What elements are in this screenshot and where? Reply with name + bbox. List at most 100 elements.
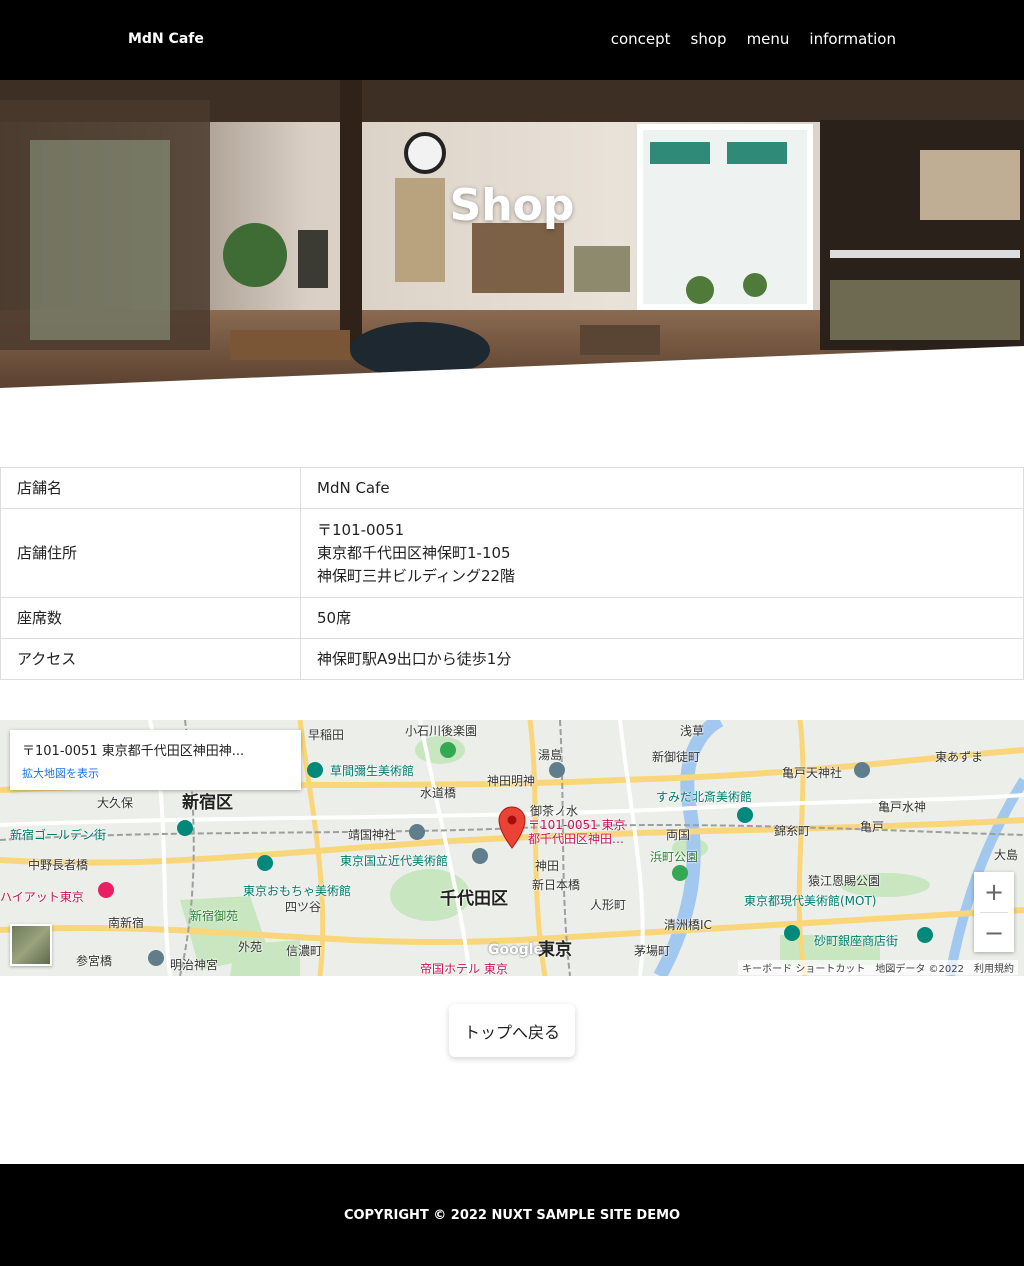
map-label-kameido-station: 亀戸 <box>860 820 885 834</box>
map-label-sangubashi: 参宮橋 <box>76 954 113 968</box>
poi-marker[interactable] <box>148 950 164 966</box>
site-footer: COPYRIGHT © 2022 NUXT SAMPLE SITE DEMO <box>0 1164 1024 1266</box>
map-label-minami-shinjuku: 南新宿 <box>108 916 145 930</box>
poi-marker[interactable] <box>672 865 688 881</box>
map-label-kameido-suijin: 亀戸水神 <box>878 800 927 814</box>
map-info-card: 〒101-0051 東京都千代田区神田神... 拡大地図を表示 <box>10 730 301 790</box>
row-label-access: アクセス <box>0 638 301 680</box>
table-row: アクセス 神保町駅A9出口から徒歩1分 <box>0 638 1024 680</box>
access-value: 神保町駅A9出口から徒歩1分 <box>317 649 512 668</box>
nav-menu[interactable]: menu <box>747 30 790 48</box>
copyright-text: COPYRIGHT © 2022 NUXT SAMPLE SITE DEMO <box>343 1208 681 1223</box>
map-data-credit: 地図データ ©2022 <box>875 964 964 975</box>
map-label-kiyosumi: 清洲橋IC <box>664 918 712 932</box>
map-label-waseda: 早稲田 <box>308 728 345 742</box>
row-label-seats: 座席数 <box>0 597 301 639</box>
zoom-out-button[interactable]: − <box>974 913 1014 953</box>
keyboard-shortcuts-link[interactable]: キーボード ショートカット <box>742 960 865 975</box>
shop-name-value: MdN Cafe <box>317 478 390 497</box>
address-line-2: 神保町三井ビルディング22階 <box>317 566 516 585</box>
map-label-yotsuya: 四ツ谷 <box>285 900 322 914</box>
map-label-omocha: 東京おもちゃ美術館 <box>243 884 352 898</box>
map-card-title: 〒101-0051 東京都千代田区神田神... <box>22 744 245 759</box>
map-attribution: キーボード ショートカット 地図データ ©2022 利用規約 <box>738 960 1018 975</box>
map-label-hyatt: ハイアット東京 <box>0 890 84 904</box>
map-label-higashi-azuma: 東あずま <box>935 750 984 764</box>
map-label-hamacho: 浜町公園 <box>650 850 699 864</box>
map-label-shinanomachi: 信濃町 <box>286 944 323 958</box>
poi-marker[interactable] <box>737 807 753 823</box>
table-row: 店舗住所 〒101-0051 東京都千代田区神保町1-105 神保町三井ビルディ… <box>0 508 1024 598</box>
view-larger-map-link[interactable]: 拡大地図を表示 <box>22 765 289 781</box>
postal-code: 〒101-0051 <box>317 520 405 539</box>
nav-shop[interactable]: shop <box>691 30 727 48</box>
hero-banner: Shop <box>0 80 1024 388</box>
poi-marker[interactable] <box>784 925 800 941</box>
row-label-address: 店舗住所 <box>0 508 301 598</box>
map-label-kinshicho: 錦糸町 <box>774 824 811 838</box>
poi-marker[interactable] <box>440 742 456 758</box>
map-label-sarue: 猿江恩賜公園 <box>808 874 881 888</box>
poi-marker[interactable] <box>257 855 273 871</box>
poi-marker[interactable] <box>307 762 323 778</box>
map-label-gaien: 外苑 <box>238 940 263 954</box>
map-label-shinjuku-ku: 新宿区 <box>182 793 233 813</box>
map-label-imperial-hotel: 帝国ホテル 東京 <box>420 962 508 976</box>
map-label-gyoen: 新宿御苑 <box>190 909 239 923</box>
row-value-access: 神保町駅A9出口から徒歩1分 <box>300 638 1024 680</box>
map-label-kanda: 神田 <box>535 859 560 873</box>
map-label-shin-nihonbashi: 新日本橋 <box>532 878 581 892</box>
map-label-sunamachi: 砂町銀座商店街 <box>814 934 899 948</box>
site-logo[interactable]: MdN Cafe <box>128 31 204 47</box>
map-label-ningyocho: 人形町 <box>590 898 627 912</box>
map-label-yasukuni: 靖国神社 <box>348 828 397 842</box>
map-label-sumida: すみだ北斎美術館 <box>656 790 753 804</box>
marker-label-line-2: 都千代田区神田… <box>528 832 625 846</box>
table-row: 座席数 50席 <box>0 597 1024 639</box>
main-nav: concept shop menu information <box>611 30 896 48</box>
table-row: 店舗名 MdN Cafe <box>0 467 1024 509</box>
back-to-top-button[interactable]: トップへ戻る <box>449 1004 575 1057</box>
map-label-koishikawa: 小石川後楽園 <box>405 724 478 738</box>
seats-value: 50席 <box>317 608 352 627</box>
poi-marker[interactable] <box>549 762 565 778</box>
poi-marker[interactable] <box>854 762 870 778</box>
map-label-tokyo: 東京 <box>538 940 572 960</box>
poi-marker[interactable] <box>177 820 193 836</box>
google-map[interactable]: 小石川後楽園 早稲田 浅草 草間彌生美術館 湯島 新御徒町 神田明神 亀戸天神社… <box>0 720 1024 976</box>
map-label-oshima: 大島 <box>994 848 1019 862</box>
location-pin-dot <box>507 815 517 825</box>
hero-diagonal-edge <box>0 346 1024 388</box>
map-zoom-controls: + − <box>974 872 1014 952</box>
map-label-kayabacho: 茅場町 <box>634 944 671 958</box>
map-label-kindai: 東京国立近代美術館 <box>340 854 449 868</box>
map-label-mot: 東京都現代美術館(MOT) <box>744 894 877 908</box>
map-label-okachimachi: 新御徒町 <box>652 750 701 764</box>
map-label-kanda-myojin: 神田明神 <box>487 774 536 788</box>
map-label-suidobashi: 水道橋 <box>420 786 457 800</box>
poi-marker[interactable] <box>917 927 933 943</box>
poi-marker[interactable] <box>472 848 488 864</box>
nav-concept[interactable]: concept <box>611 30 671 48</box>
row-value-seats: 50席 <box>300 597 1024 639</box>
map-label-nakano: 中野長者橋 <box>28 858 89 872</box>
poi-marker[interactable] <box>98 882 114 898</box>
address-line-1: 東京都千代田区神保町1-105 <box>317 543 511 562</box>
google-logo: Google <box>488 942 544 958</box>
row-value-shop-name: MdN Cafe <box>300 467 1024 509</box>
row-value-address: 〒101-0051 東京都千代田区神保町1-105 神保町三井ビルディング22階 <box>300 508 1024 598</box>
poi-marker[interactable] <box>409 824 425 840</box>
map-label-asakusa: 浅草 <box>680 724 705 738</box>
terms-link[interactable]: 利用規約 <box>974 960 1014 975</box>
map-label-meiji: 明治神宮 <box>170 958 219 972</box>
page-title: Shop <box>449 180 575 231</box>
shop-info-table: 店舗名 MdN Cafe 店舗住所 〒101-0051 東京都千代田区神保町1-… <box>0 467 1024 680</box>
site-header: MdN Cafe concept shop menu information <box>0 0 1024 80</box>
satellite-toggle-button[interactable] <box>10 924 52 966</box>
map-label-sohgetsu: 草間彌生美術館 <box>330 764 415 778</box>
map-label-golden-gai: 新宿ゴールデン街 <box>10 828 107 842</box>
map-label-kameido-tenjin: 亀戸天神社 <box>782 766 843 780</box>
map-label-ryogoku: 両国 <box>666 828 691 842</box>
nav-information[interactable]: information <box>809 30 896 48</box>
zoom-in-button[interactable]: + <box>974 872 1014 912</box>
